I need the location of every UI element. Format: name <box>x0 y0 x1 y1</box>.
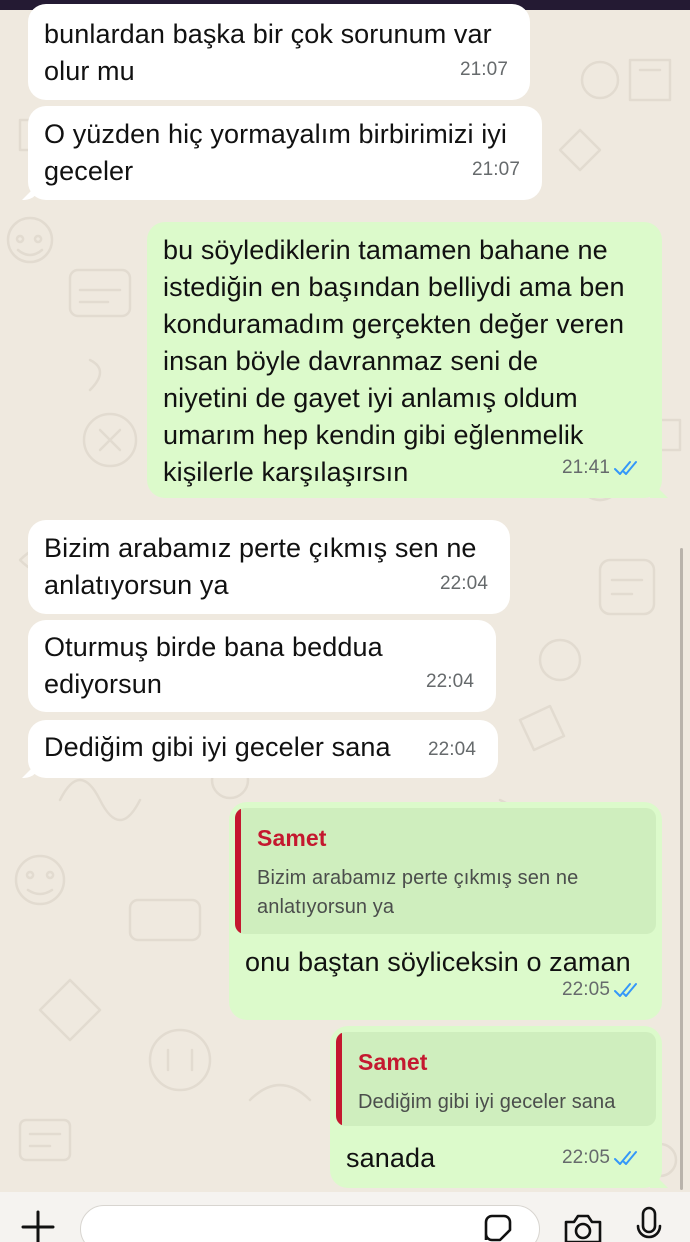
camera-icon[interactable] <box>562 1210 604 1242</box>
message-incoming[interactable]: O yüzden hiç yormayalım birbirimizi iyi … <box>22 106 542 200</box>
message-time: 22:04 <box>439 573 488 594</box>
message-meta: 21:07 <box>460 51 508 88</box>
message-incoming[interactable]: Dediğim gibi iyi geceler sana 22:04 <box>22 720 498 778</box>
quote-accent-bar <box>235 808 241 934</box>
message-time: 22:05 <box>561 979 610 1000</box>
message-text: Dediğim gibi iyi geceler sana <box>44 732 391 762</box>
quote-sender-name: Samet <box>358 1049 428 1075</box>
composer-bar <box>0 1192 690 1242</box>
read-receipt-icon <box>614 460 637 475</box>
message-time: 21:07 <box>459 59 508 80</box>
quoted-message[interactable]: Samet Bizim arabamız perte çıkmış sen ne… <box>235 808 656 934</box>
message-time: 22:04 <box>427 739 476 760</box>
quote-accent-bar <box>336 1032 342 1126</box>
quoted-message[interactable]: Samet Dediğim gibi iyi geceler sana <box>336 1032 656 1126</box>
message-meta: 21:07 <box>472 151 520 188</box>
message-meta: 22:05 <box>562 1139 640 1176</box>
message-text: Bizim arabamız perte çıkmış sen ne anlat… <box>44 533 477 600</box>
bubble-tail <box>650 1170 668 1188</box>
message-outgoing-reply[interactable]: Samet Bizim arabamız perte çıkmış sen ne… <box>229 802 662 1020</box>
message-outgoing-reply[interactable]: Samet Dediğim gibi iyi geceler sana sana… <box>330 1026 668 1188</box>
bubble-tail <box>22 182 40 200</box>
message-meta: 21:41 <box>562 449 640 486</box>
message-incoming[interactable]: Oturmuş birde bana beddua ediyorsun 22:0… <box>28 620 496 712</box>
message-meta: 22:04 <box>426 663 474 700</box>
message-text: O yüzden hiç yormayalım birbirimizi iyi … <box>44 119 508 186</box>
bubble-tail <box>650 480 668 498</box>
message-meta: 22:05 <box>562 971 640 1008</box>
message-incoming[interactable]: Bizim arabamız perte çıkmış sen ne anlat… <box>28 520 510 614</box>
message-text: Oturmuş birde bana beddua ediyorsun <box>44 632 383 699</box>
message-meta: 22:04 <box>428 731 476 768</box>
message-time: 22:05 <box>561 1147 610 1168</box>
message-incoming[interactable]: bunlardan başka bir çok sorunum var olur… <box>28 4 530 100</box>
scrollbar[interactable] <box>680 548 683 1190</box>
quote-text: Bizim arabamız perte çıkmış sen ne anlat… <box>257 867 579 918</box>
quote-text: Dediğim gibi iyi geceler sana <box>358 1091 616 1113</box>
plus-icon[interactable] <box>20 1206 56 1242</box>
sticker-icon[interactable] <box>482 1212 514 1242</box>
message-outgoing[interactable]: bu söylediklerin tamamen bahane ne isted… <box>147 222 668 498</box>
message-text: sanada <box>346 1143 436 1173</box>
message-list[interactable]: bunlardan başka bir çok sorunum var olur… <box>0 0 690 1242</box>
quote-sender-name: Samet <box>257 825 327 851</box>
message-time: 21:41 <box>561 457 610 478</box>
message-meta: 22:04 <box>440 565 488 602</box>
message-text: bu söylediklerin tamamen bahane ne isted… <box>163 235 625 487</box>
message-input[interactable] <box>80 1205 540 1242</box>
message-time: 22:04 <box>425 671 474 692</box>
microphone-icon[interactable] <box>635 1206 663 1242</box>
message-time: 21:07 <box>471 159 520 180</box>
read-receipt-icon <box>614 1150 637 1165</box>
message-text: bunlardan başka bir çok sorunum var olur… <box>44 19 492 86</box>
read-receipt-icon <box>614 982 637 997</box>
bubble-tail <box>22 760 40 778</box>
